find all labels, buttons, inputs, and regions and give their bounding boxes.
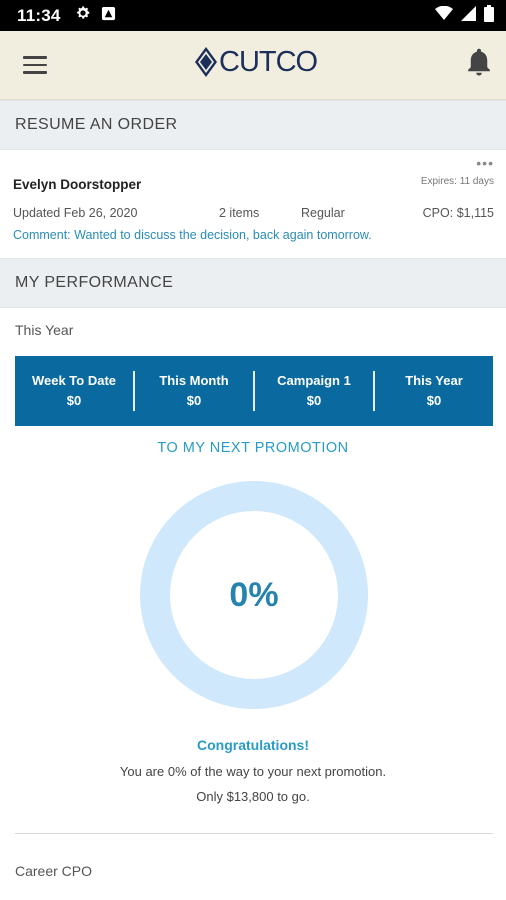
cell-signal-icon <box>461 5 476 26</box>
stats-bar: Week To Date $0 This Month $0 Campaign 1… <box>15 356 493 426</box>
stat-this-year[interactable]: This Year $0 <box>375 371 493 411</box>
notification-app-icon <box>101 6 116 26</box>
bell-icon[interactable] <box>464 48 494 78</box>
app-bar: CUTCO <box>0 31 506 100</box>
order-cpo: CPO: $1,115 <box>422 206 494 220</box>
promotion-remaining-text: Only $13,800 to go. <box>196 789 310 804</box>
stat-label: Week To Date <box>31 373 117 388</box>
wifi-icon <box>435 5 453 26</box>
order-card[interactable]: ••• Expires: 11 days Evelyn Doorstopper … <box>0 150 506 258</box>
stat-label: This Month <box>159 373 229 388</box>
stat-value: $0 <box>426 393 442 408</box>
logo-diamond-icon <box>195 47 217 77</box>
hamburger-menu-icon[interactable] <box>18 51 52 79</box>
more-horizontal-icon[interactable]: ••• <box>476 155 494 171</box>
stat-label: Campaign 1 <box>277 373 351 388</box>
divider <box>15 833 493 834</box>
cutco-logo: CUTCO <box>195 44 318 80</box>
period-label: This Year <box>15 322 74 338</box>
stat-value: $0 <box>66 393 82 408</box>
gear-icon <box>75 5 91 26</box>
resume-order-header: RESUME AN ORDER <box>0 100 506 150</box>
stat-this-month[interactable]: This Month $0 <box>135 371 253 411</box>
progress-percent: 0% <box>229 575 279 614</box>
promotion-progress-ring: 0% <box>140 481 368 709</box>
order-expires: Expires: 11 days <box>420 176 494 187</box>
order-updated: Updated Feb 26, 2020 <box>13 206 138 220</box>
stat-value: $0 <box>306 393 322 408</box>
stat-value: $0 <box>186 393 202 408</box>
status-bar: 11:34 <box>0 0 506 31</box>
order-comment: Comment: Wanted to discuss the decision,… <box>13 228 372 242</box>
order-items: 2 items <box>219 206 260 220</box>
performance-header: MY PERFORMANCE <box>0 258 506 308</box>
next-promotion-link[interactable]: TO MY NEXT PROMOTION <box>0 440 506 456</box>
stat-campaign[interactable]: Campaign 1 $0 <box>255 371 373 411</box>
promotion-progress-text: You are 0% of the way to your next promo… <box>119 764 387 779</box>
logo-text: CUTCO <box>219 45 318 78</box>
order-customer-name: Evelyn Doorstopper <box>13 177 142 192</box>
order-type: Regular <box>301 206 345 220</box>
career-cpo-label: Career CPO <box>15 863 93 879</box>
battery-icon <box>484 4 494 27</box>
stat-label: This Year <box>405 373 463 388</box>
congrats-title: Congratulations! <box>197 737 309 753</box>
stat-week-to-date[interactable]: Week To Date $0 <box>15 371 133 411</box>
status-time: 11:34 <box>17 5 61 25</box>
